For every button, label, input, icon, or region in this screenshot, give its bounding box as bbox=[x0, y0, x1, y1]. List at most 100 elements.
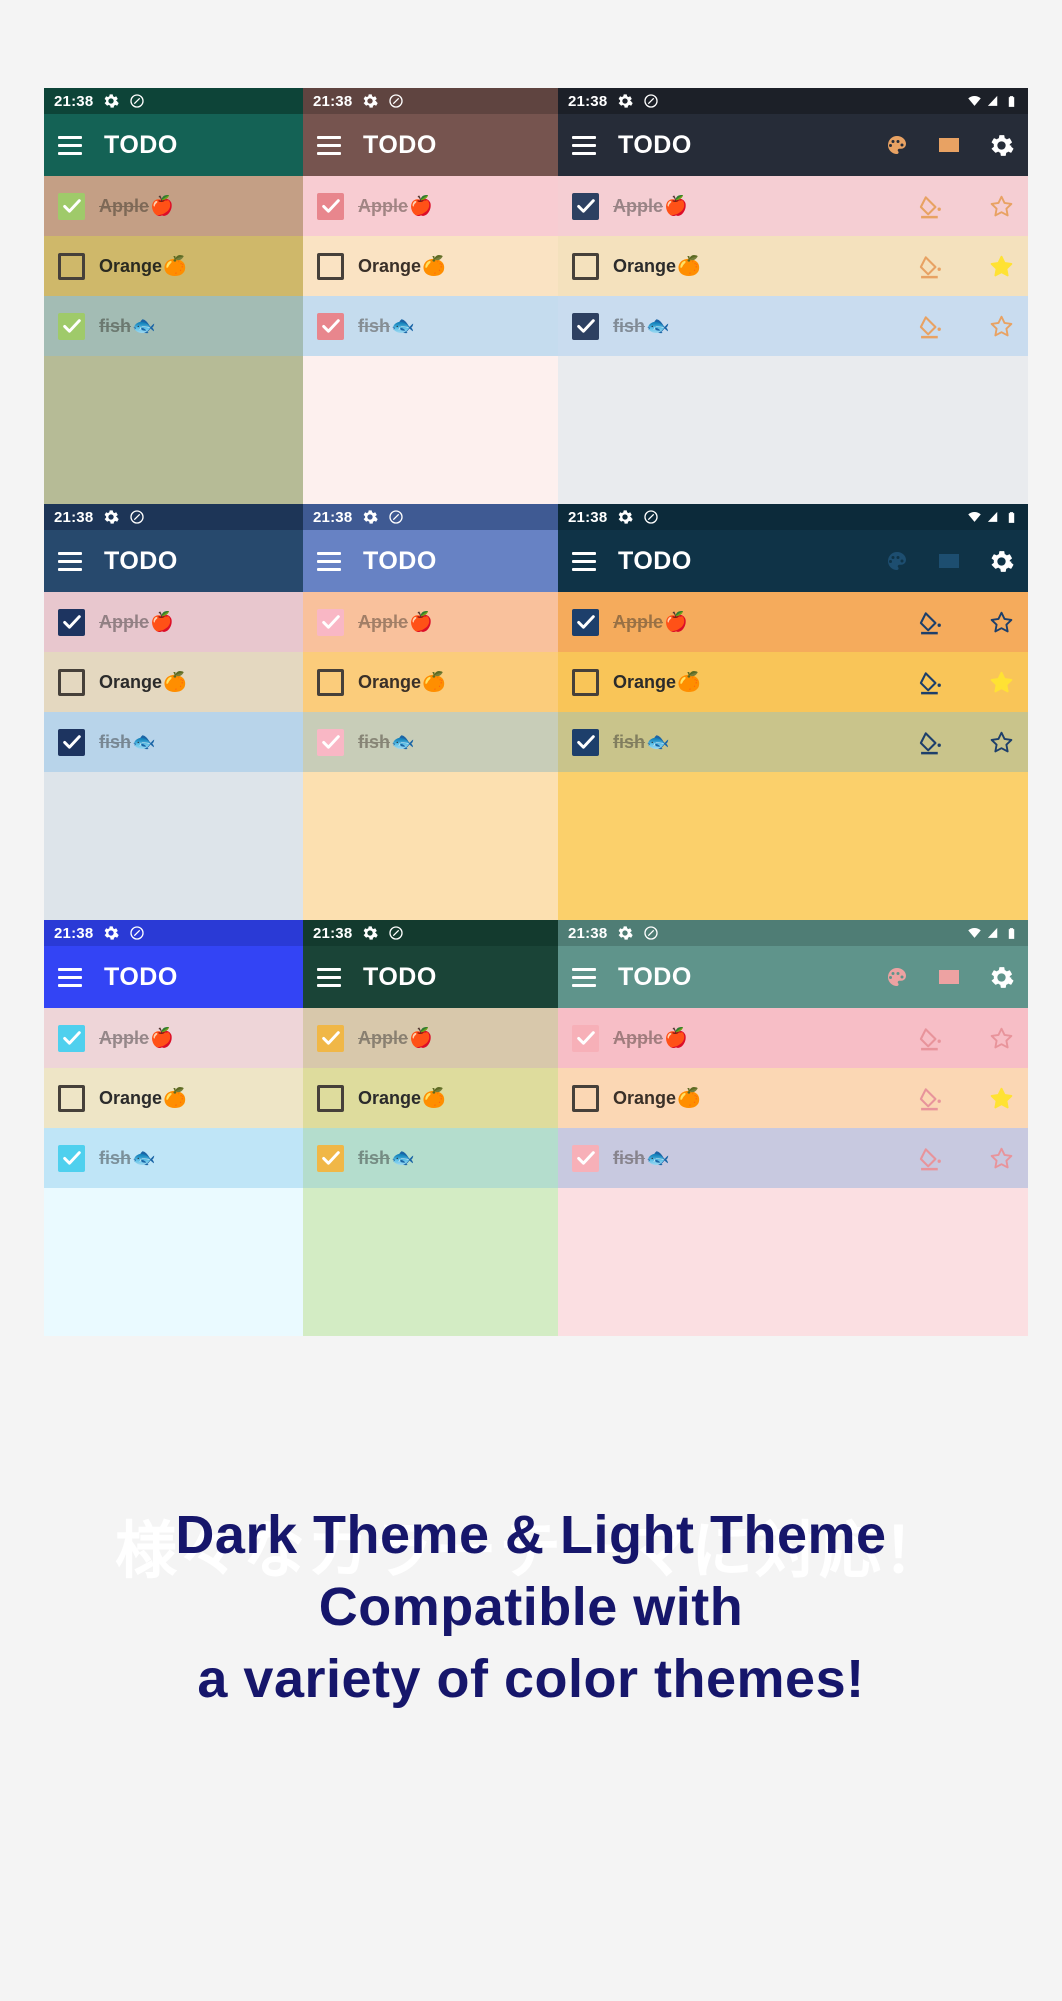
checkbox-checked[interactable] bbox=[58, 312, 85, 340]
todo-row[interactable]: Apple 🍎 bbox=[558, 592, 1028, 652]
checkbox-checked[interactable] bbox=[317, 1144, 344, 1172]
settings-gear-icon[interactable] bbox=[988, 964, 1014, 990]
todo-row[interactable]: Orange 🍊 bbox=[303, 1068, 558, 1128]
todo-row[interactable]: Orange 🍊 bbox=[558, 236, 1028, 296]
star-icon[interactable] bbox=[988, 669, 1014, 695]
checkbox-checked[interactable] bbox=[572, 728, 599, 756]
paint-bucket-icon[interactable] bbox=[918, 193, 944, 219]
todo-row[interactable]: Apple 🍎 bbox=[303, 592, 558, 652]
todo-row[interactable]: Orange 🍊 bbox=[44, 236, 303, 296]
checkbox-unchecked[interactable] bbox=[317, 668, 344, 696]
battery-icon bbox=[1005, 95, 1018, 108]
todo-label: Apple 🍎 bbox=[613, 194, 688, 218]
hamburger-icon[interactable] bbox=[317, 135, 341, 155]
settings-gear-icon[interactable] bbox=[988, 132, 1014, 158]
paint-bucket-icon[interactable] bbox=[918, 1145, 944, 1171]
todo-row[interactable]: Orange 🍊 bbox=[303, 652, 558, 712]
checkbox-checked[interactable] bbox=[58, 1144, 85, 1172]
todo-row[interactable]: Apple 🍎 bbox=[303, 1008, 558, 1068]
todo-row[interactable]: fish 🐟 bbox=[44, 712, 303, 772]
todo-row[interactable]: fish 🐟 bbox=[303, 1128, 558, 1188]
todo-text: Apple bbox=[613, 611, 664, 632]
star-icon[interactable] bbox=[988, 1145, 1014, 1171]
star-icon[interactable] bbox=[988, 729, 1014, 755]
todo-label: Orange 🍊 bbox=[358, 670, 446, 694]
hamburger-icon[interactable] bbox=[572, 135, 596, 155]
paint-bucket-icon[interactable] bbox=[918, 609, 944, 635]
todo-row[interactable]: fish 🐟 bbox=[558, 712, 1028, 772]
checkbox-unchecked[interactable] bbox=[572, 668, 599, 696]
checkbox-checked[interactable] bbox=[58, 1024, 85, 1052]
todo-row[interactable]: Orange 🍊 bbox=[44, 652, 303, 712]
todo-row[interactable]: Apple 🍎 bbox=[44, 1008, 303, 1068]
checkbox-unchecked[interactable] bbox=[58, 252, 85, 280]
todo-row[interactable]: fish 🐟 bbox=[303, 712, 558, 772]
todo-emoji: 🍊 bbox=[677, 256, 701, 277]
paint-bucket-icon[interactable] bbox=[918, 729, 944, 755]
paint-bucket-icon[interactable] bbox=[918, 1085, 944, 1111]
todo-row[interactable]: Apple 🍎 bbox=[558, 1008, 1028, 1068]
star-icon[interactable] bbox=[988, 1085, 1014, 1111]
app-title: TODO bbox=[104, 546, 178, 575]
hamburger-icon[interactable] bbox=[317, 551, 341, 571]
hamburger-icon[interactable] bbox=[58, 551, 82, 571]
keyboard-icon[interactable] bbox=[936, 548, 962, 574]
star-icon[interactable] bbox=[988, 609, 1014, 635]
todo-row[interactable]: fish 🐟 bbox=[44, 1128, 303, 1188]
todo-label: Apple 🍎 bbox=[358, 1026, 433, 1050]
cell-signal-icon bbox=[986, 94, 1001, 109]
keyboard-icon[interactable] bbox=[936, 132, 962, 158]
checkbox-checked[interactable] bbox=[572, 312, 599, 340]
checkbox-checked[interactable] bbox=[317, 192, 344, 220]
paint-bucket-icon[interactable] bbox=[918, 669, 944, 695]
checkbox-checked[interactable] bbox=[58, 192, 85, 220]
todo-row[interactable]: Orange 🍊 bbox=[303, 236, 558, 296]
paint-bucket-icon[interactable] bbox=[918, 1025, 944, 1051]
star-icon[interactable] bbox=[988, 253, 1014, 279]
checkbox-unchecked[interactable] bbox=[58, 1084, 85, 1112]
hamburger-icon[interactable] bbox=[317, 967, 341, 987]
checkbox-unchecked[interactable] bbox=[317, 252, 344, 280]
hamburger-icon[interactable] bbox=[58, 135, 82, 155]
settings-gear-icon[interactable] bbox=[988, 548, 1014, 574]
checkbox-checked[interactable] bbox=[317, 728, 344, 756]
todo-row[interactable]: Apple 🍎 bbox=[44, 592, 303, 652]
star-icon[interactable] bbox=[988, 313, 1014, 339]
todo-row[interactable]: fish 🐟 bbox=[44, 296, 303, 356]
star-icon[interactable] bbox=[988, 1025, 1014, 1051]
paint-bucket-icon[interactable] bbox=[918, 253, 944, 279]
star-icon[interactable] bbox=[988, 193, 1014, 219]
checkbox-unchecked[interactable] bbox=[58, 668, 85, 696]
checkbox-unchecked[interactable] bbox=[572, 252, 599, 280]
todo-row[interactable]: fish 🐟 bbox=[558, 296, 1028, 356]
checkbox-checked[interactable] bbox=[572, 1024, 599, 1052]
palette-icon[interactable] bbox=[884, 548, 910, 574]
todo-row[interactable]: Orange 🍊 bbox=[558, 1068, 1028, 1128]
keyboard-icon[interactable] bbox=[936, 964, 962, 990]
checkbox-checked[interactable] bbox=[317, 608, 344, 636]
gear-icon bbox=[617, 925, 634, 941]
todo-row[interactable]: Orange 🍊 bbox=[44, 1068, 303, 1128]
palette-icon[interactable] bbox=[884, 132, 910, 158]
hamburger-icon[interactable] bbox=[572, 551, 596, 571]
todo-row[interactable]: Apple 🍎 bbox=[303, 176, 558, 236]
todo-row[interactable]: Apple 🍎 bbox=[558, 176, 1028, 236]
checkbox-checked[interactable] bbox=[317, 1024, 344, 1052]
todo-row[interactable]: fish 🐟 bbox=[558, 1128, 1028, 1188]
todo-row[interactable]: Apple 🍎 bbox=[44, 176, 303, 236]
checkbox-checked[interactable] bbox=[572, 192, 599, 220]
checkbox-checked[interactable] bbox=[572, 1144, 599, 1172]
checkbox-unchecked[interactable] bbox=[572, 1084, 599, 1112]
checkbox-checked[interactable] bbox=[572, 608, 599, 636]
palette-icon[interactable] bbox=[884, 964, 910, 990]
hamburger-icon[interactable] bbox=[58, 967, 82, 987]
checkbox-checked[interactable] bbox=[58, 728, 85, 756]
checkbox-unchecked[interactable] bbox=[317, 1084, 344, 1112]
paint-bucket-icon[interactable] bbox=[918, 313, 944, 339]
todo-row[interactable]: Orange 🍊 bbox=[558, 652, 1028, 712]
checkbox-checked[interactable] bbox=[317, 312, 344, 340]
todo-row[interactable]: fish 🐟 bbox=[303, 296, 558, 356]
hamburger-icon[interactable] bbox=[572, 967, 596, 987]
checkbox-checked[interactable] bbox=[58, 608, 85, 636]
app-bar-actions bbox=[884, 548, 1014, 574]
